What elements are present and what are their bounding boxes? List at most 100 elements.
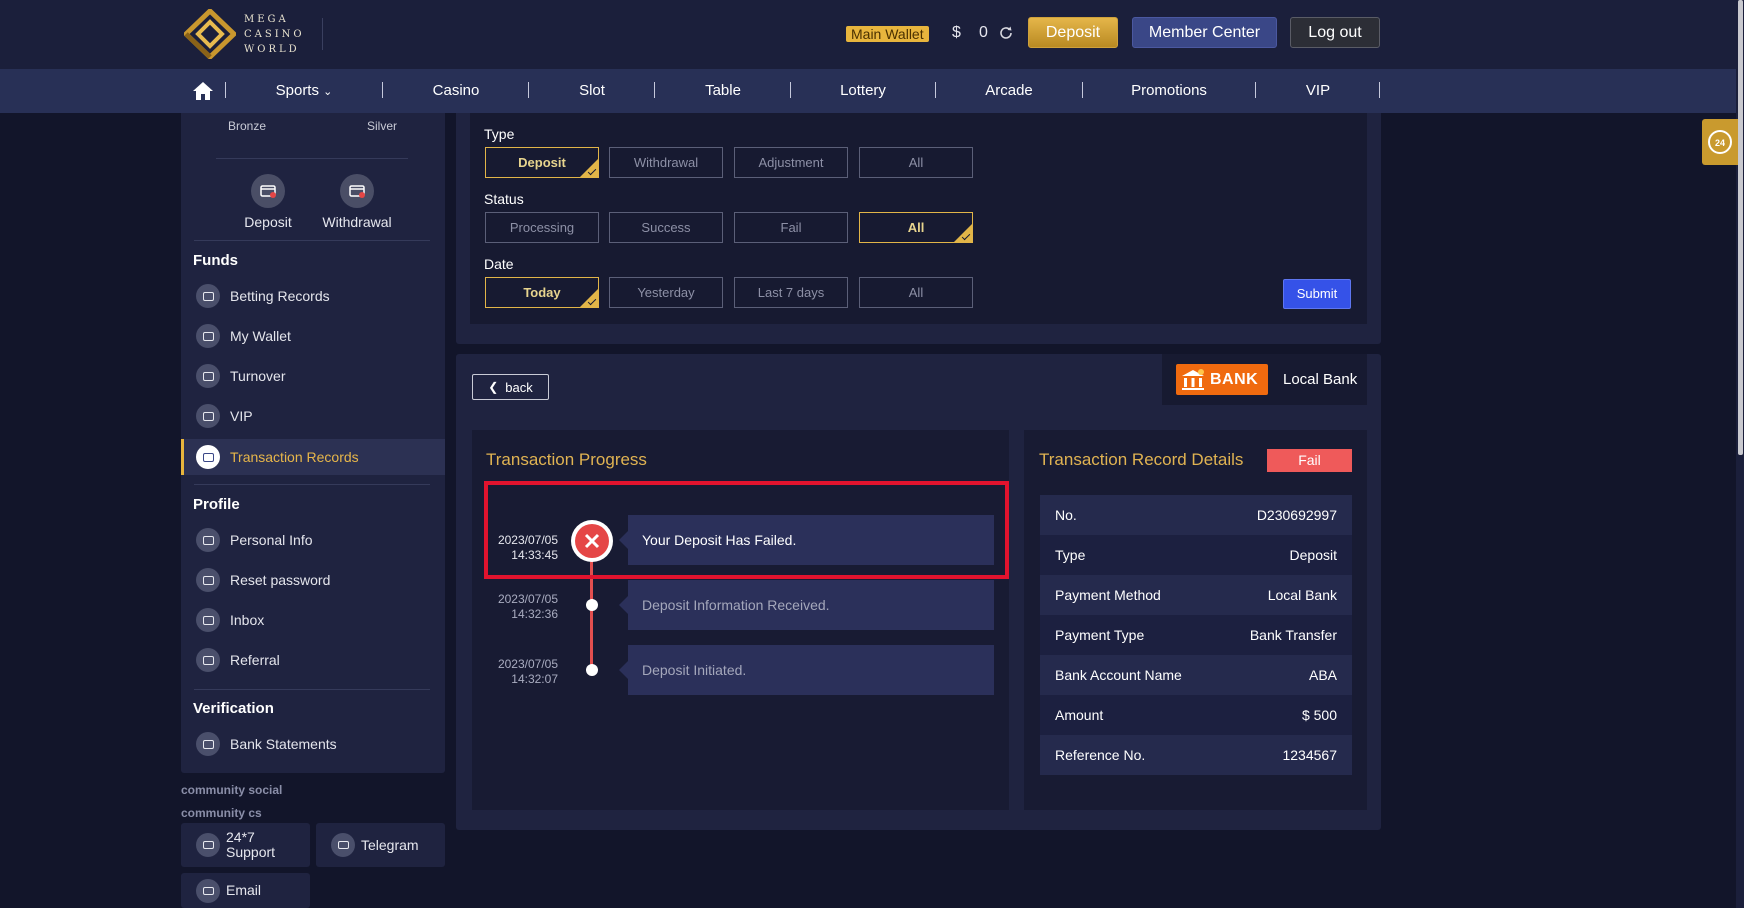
record-row: Bank Account Name ABA bbox=[1040, 655, 1352, 695]
chat-icon bbox=[196, 833, 220, 857]
sidebar-item-personal-info[interactable]: Personal Info bbox=[181, 522, 445, 558]
deposit-wallet-icon bbox=[251, 174, 285, 208]
sidebar-item-transaction-records[interactable]: Transaction Records bbox=[181, 439, 445, 475]
bank-statement-icon bbox=[196, 732, 220, 756]
nav-vip[interactable]: VIP bbox=[1298, 69, 1338, 113]
sidebar-divider bbox=[216, 158, 408, 159]
betting-records-icon bbox=[196, 284, 220, 308]
status-processing-chip[interactable]: Processing bbox=[485, 212, 599, 243]
quick-withdrawal-label: Withdrawal bbox=[322, 214, 392, 230]
sidebar-item-turnover[interactable]: Turnover bbox=[181, 358, 445, 394]
nav-casino[interactable]: Casino bbox=[420, 69, 492, 113]
sidebar-item-label: Personal Info bbox=[230, 532, 313, 548]
tier-silver: Silver bbox=[367, 119, 398, 133]
sidebar-item-betting-records[interactable]: Betting Records bbox=[181, 278, 445, 314]
record-value: Local Bank bbox=[1267, 587, 1337, 603]
back-button[interactable]: ❮ back bbox=[472, 374, 549, 400]
status-label: Status bbox=[484, 191, 524, 207]
email-label: Email bbox=[226, 882, 262, 898]
turnover-icon bbox=[196, 364, 220, 388]
sidebar-item-referral[interactable]: Referral bbox=[181, 642, 445, 678]
record-label: Bank Account Name bbox=[1055, 667, 1182, 683]
status-all-chip[interactable]: All bbox=[859, 212, 973, 243]
type-deposit-chip[interactable]: Deposit bbox=[485, 147, 599, 178]
bank-name: Local Bank bbox=[1283, 371, 1358, 388]
sidebar-item-bank-statements[interactable]: Bank Statements bbox=[181, 726, 445, 762]
wallet-icon bbox=[196, 324, 220, 348]
date-yesterday-chip[interactable]: Yesterday bbox=[609, 277, 723, 308]
nav-table[interactable]: Table bbox=[696, 69, 750, 113]
date-today-chip[interactable]: Today bbox=[485, 277, 599, 308]
member-center-button[interactable]: Member Center bbox=[1132, 17, 1277, 48]
page-scrollbar-thumb[interactable] bbox=[1738, 0, 1743, 455]
date-label: Date bbox=[484, 256, 514, 272]
type-adjustment-chip[interactable]: Adjustment bbox=[734, 147, 848, 178]
support-24-icon[interactable]: 24 bbox=[1702, 119, 1738, 165]
telegram-button[interactable]: Telegram bbox=[316, 823, 445, 867]
nav-arcade[interactable]: Arcade bbox=[976, 69, 1042, 113]
sidebar-item-vip[interactable]: VIP bbox=[181, 398, 445, 434]
timeline-event-initiated: Deposit Initiated. bbox=[619, 645, 994, 695]
email-icon bbox=[196, 878, 220, 903]
refresh-icon[interactable] bbox=[998, 25, 1016, 43]
brand-line: MEGA bbox=[244, 13, 289, 25]
brand-logo[interactable]: MEGA CASINO WORLD bbox=[184, 9, 334, 59]
record-value: $ 500 bbox=[1301, 707, 1337, 723]
type-withdrawal-chip[interactable]: Withdrawal bbox=[609, 147, 723, 178]
record-value: 1234567 bbox=[1282, 747, 1337, 763]
type-all-chip[interactable]: All bbox=[859, 147, 973, 178]
support-24-7-button[interactable]: 24*7 Support bbox=[181, 823, 310, 867]
timeline-event-received: Deposit Information Received. bbox=[619, 580, 994, 630]
submit-button[interactable]: Submit bbox=[1283, 279, 1351, 309]
nav-sports[interactable]: Sports ⌄ bbox=[262, 69, 346, 113]
record-row: Reference No. 1234567 bbox=[1040, 735, 1352, 775]
nav-label: Sports bbox=[275, 82, 319, 99]
quick-deposit[interactable]: Deposit bbox=[223, 174, 313, 230]
home-icon[interactable] bbox=[192, 80, 214, 102]
sidebar-divider bbox=[194, 484, 430, 485]
nav-lottery[interactable]: Lottery bbox=[830, 69, 896, 113]
record-label: Reference No. bbox=[1055, 747, 1146, 763]
nav-promotions[interactable]: Promotions bbox=[1124, 69, 1214, 113]
chevron-left-icon: ❮ bbox=[488, 380, 499, 394]
status-fail-chip[interactable]: Fail bbox=[734, 212, 848, 243]
date-last7-chip[interactable]: Last 7 days bbox=[734, 277, 848, 308]
record-label: Amount bbox=[1055, 707, 1104, 723]
timeline-time-line: 14:32:07 bbox=[511, 672, 558, 686]
logout-button[interactable]: Log out bbox=[1290, 17, 1380, 48]
nav-separator bbox=[654, 82, 655, 98]
user-icon bbox=[196, 528, 220, 552]
sidebar-divider bbox=[194, 240, 430, 241]
mail-icon bbox=[196, 608, 220, 632]
brand-line: WORLD bbox=[244, 43, 300, 55]
timeline-time-line: 14:32:36 bbox=[511, 607, 558, 621]
record-label: Payment Method bbox=[1055, 587, 1161, 603]
date-all-chip[interactable]: All bbox=[859, 277, 973, 308]
type-label: Type bbox=[484, 126, 515, 142]
telegram-label: Telegram bbox=[361, 836, 419, 853]
bank-logo-text: BANK bbox=[1210, 370, 1259, 388]
record-row: Payment Method Local Bank bbox=[1040, 575, 1352, 615]
sidebar-item-reset-password[interactable]: Reset password bbox=[181, 562, 445, 598]
record-label: Type bbox=[1055, 547, 1086, 563]
bank-logo: BANK bbox=[1176, 364, 1268, 395]
header-deposit-button[interactable]: Deposit bbox=[1028, 17, 1118, 48]
main-wallet-badge[interactable]: Main Wallet bbox=[846, 26, 929, 42]
status-success-chip[interactable]: Success bbox=[609, 212, 723, 243]
nav-separator bbox=[528, 82, 529, 98]
chevron-down-icon: ⌄ bbox=[323, 86, 333, 98]
sidebar-item-label: My Wallet bbox=[230, 328, 291, 344]
nav-separator bbox=[790, 82, 791, 98]
nav-slot[interactable]: Slot bbox=[564, 69, 620, 113]
quick-withdrawal[interactable]: Withdrawal bbox=[312, 174, 402, 230]
community-social-label: community social bbox=[181, 783, 283, 797]
crown-icon bbox=[196, 404, 220, 428]
record-value: Bank Transfer bbox=[1249, 627, 1337, 643]
sidebar-item-inbox[interactable]: Inbox bbox=[181, 602, 445, 638]
quick-deposit-label: Deposit bbox=[244, 214, 292, 230]
record-label: Payment Type bbox=[1055, 627, 1145, 643]
email-button[interactable]: Email bbox=[181, 873, 310, 908]
wallet-currency: $ bbox=[952, 24, 961, 41]
sidebar-item-my-wallet[interactable]: My Wallet bbox=[181, 318, 445, 354]
transaction-progress-title: Transaction Progress bbox=[486, 450, 647, 469]
